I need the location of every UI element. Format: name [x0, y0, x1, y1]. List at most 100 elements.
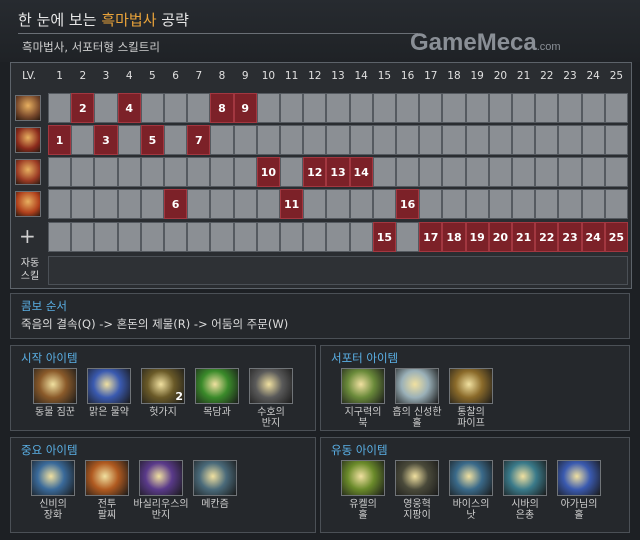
item-label: 지구력의 북	[335, 407, 391, 429]
skill-cell	[210, 222, 234, 252]
skill-pick-cell: 25	[604, 222, 628, 252]
item-slot: 지구력의 북	[335, 368, 391, 429]
skill-cell	[488, 125, 512, 155]
item-slot: 영웅혁 지팡이	[389, 460, 445, 521]
item-label: 메칸즘	[187, 499, 243, 510]
item-slot: 흡의 신성한 홀	[389, 368, 445, 429]
skill-cell	[396, 157, 420, 187]
item-slot: 2 헛가지	[135, 368, 191, 418]
core-items-title: 중요 아이템	[21, 443, 78, 457]
skill-cell	[512, 125, 536, 155]
spirit-staff-icon	[395, 460, 439, 496]
aghanim-scepter-icon	[557, 460, 601, 496]
skill-pick-cell: 12	[303, 157, 327, 187]
skill-cell	[488, 93, 512, 123]
item-label: 맑은 물약	[81, 407, 137, 418]
skill-cell	[465, 93, 489, 123]
skill-cell	[140, 222, 164, 252]
skill-cell	[396, 125, 420, 155]
skill-cell	[71, 157, 95, 187]
skill-cell	[419, 157, 443, 187]
skill-cell	[256, 189, 280, 219]
plus-icon: +	[19, 224, 36, 248]
item-label-line: 흡의 신성한	[392, 407, 442, 418]
skill-cell	[94, 93, 118, 123]
item-label: 전투 팔찌	[79, 499, 135, 521]
ring-icon	[139, 460, 183, 496]
skill-cell	[372, 93, 396, 123]
skill-cell	[512, 189, 536, 219]
scythe-icon	[449, 460, 493, 496]
skill-pick-cell: 24	[581, 222, 605, 252]
skill-cell	[604, 189, 628, 219]
item-label: 목담과	[189, 407, 245, 418]
skill-cell	[326, 125, 350, 155]
skill-cell	[442, 157, 466, 187]
flex-items-title: 유동 아이템	[331, 443, 388, 457]
flute-icon	[449, 368, 493, 404]
skill-pick-cell: 14	[349, 157, 373, 187]
skill-cell	[535, 125, 559, 155]
level-header: 13	[331, 70, 345, 82]
starting-items-panel: 시작 아이템 동물 짐꾼 맑은 물약 2 헛가지 목담과 수호의 반지	[10, 345, 316, 431]
item-label-line: 바이스의	[452, 499, 490, 510]
item-slot: 유켈의 홀	[335, 460, 391, 521]
skill-cell	[372, 189, 396, 219]
level-header: 4	[125, 70, 133, 82]
level-header: 14	[354, 70, 368, 82]
item-label: 통찰의 파이프	[443, 407, 499, 429]
skill-pick-cell: 1	[48, 125, 72, 155]
item-label-line: 메칸즘	[201, 499, 229, 510]
skill-cell	[372, 157, 396, 187]
skill-cell	[581, 189, 605, 219]
shroud-icon	[503, 460, 547, 496]
starting-items-title: 시작 아이템	[21, 351, 78, 365]
level-header: 25	[609, 70, 624, 82]
skill-cell	[326, 93, 350, 123]
item-label-line: 지구력의	[344, 407, 382, 418]
skill-cell	[372, 125, 396, 155]
level-header: 18	[447, 70, 461, 82]
skill-cell	[465, 157, 489, 187]
item-count-badge: 2	[175, 390, 183, 403]
item-label: 수호의 반지	[243, 407, 299, 429]
item-label-line: 북	[358, 418, 368, 429]
level-header: 12	[308, 70, 322, 82]
mekansm-icon	[193, 460, 237, 496]
level-header: 22	[540, 70, 554, 82]
courier-icon	[33, 368, 77, 404]
skill-cell	[280, 125, 304, 155]
skill-cell	[187, 157, 211, 187]
item-label: 영웅혁 지팡이	[389, 499, 445, 521]
auto-skill-row	[48, 256, 628, 285]
skill-cell	[48, 222, 72, 252]
item-label: 헛가지	[135, 407, 191, 418]
skill-cell	[280, 222, 304, 252]
skill-pick-cell: 4	[117, 93, 141, 123]
core-items-panel: 중요 아이템 신비의 장화 전투 팔찌 바실리우스의 반지 메칸즘	[10, 437, 316, 533]
skill-cell	[558, 189, 582, 219]
skill-cell	[164, 157, 188, 187]
skill-cell	[419, 93, 443, 123]
skill-pick-cell: 20	[488, 222, 512, 252]
level-header-label: LV.	[22, 70, 36, 82]
item-label: 흡의 신성한 홀	[389, 407, 445, 429]
item-slot: 신비의 장화	[25, 460, 81, 521]
skill-cell	[349, 189, 373, 219]
item-label-line: 반지	[151, 510, 171, 521]
skill-cell	[558, 125, 582, 155]
item-slot: 맑은 물약	[81, 368, 137, 418]
skill-cell	[396, 93, 420, 123]
skill-cell	[535, 189, 559, 219]
skill-pick-cell: 17	[419, 222, 443, 252]
skill-cell	[581, 93, 605, 123]
war-drum-icon	[85, 460, 129, 496]
skill-cell	[187, 189, 211, 219]
item-label-line: 홀	[412, 418, 422, 429]
skill-r-icon	[15, 191, 41, 217]
title-divider	[18, 33, 418, 34]
skill-pick-cell: 21	[512, 222, 536, 252]
skill-pick-cell: 15	[372, 222, 396, 252]
skill-cell	[535, 157, 559, 187]
magic-stick-icon	[195, 368, 239, 404]
